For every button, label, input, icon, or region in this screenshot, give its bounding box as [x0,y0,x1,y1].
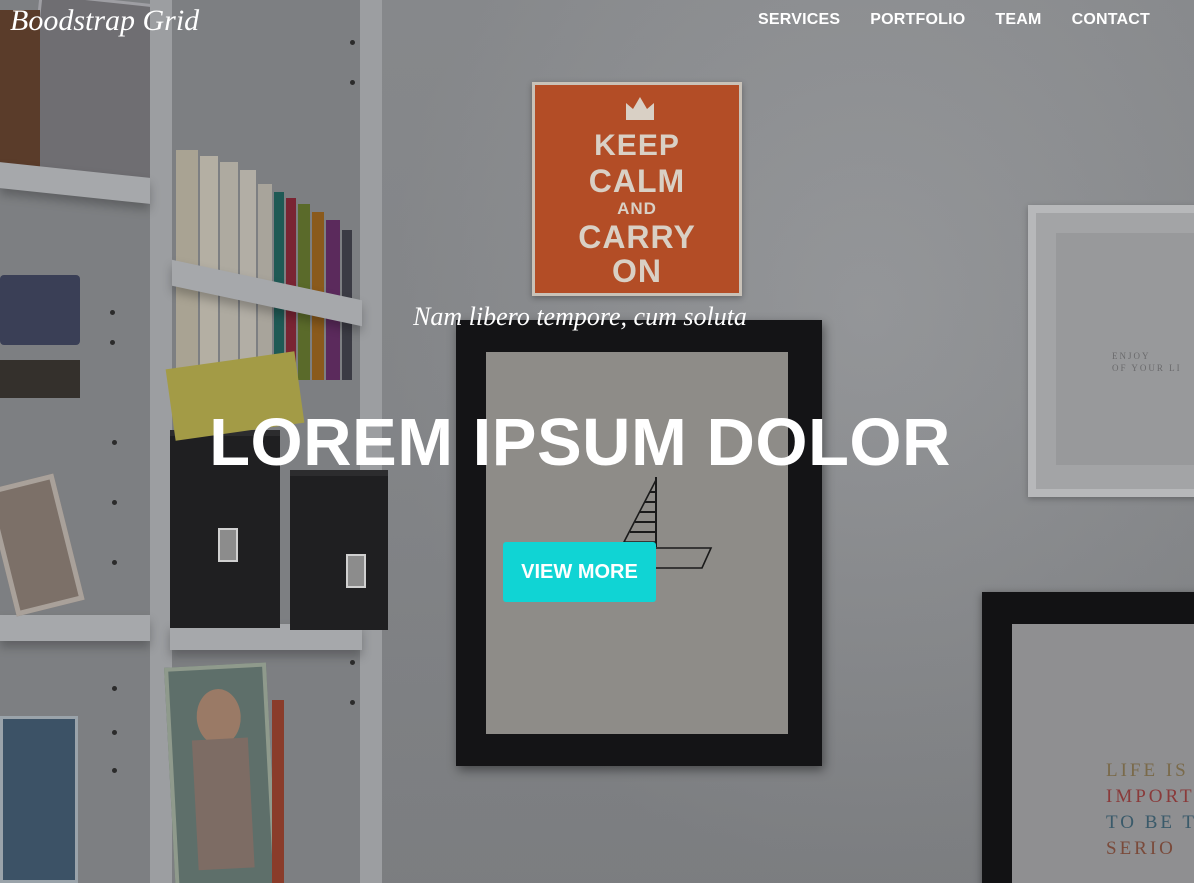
quote-line: TO BE T [1106,812,1194,833]
poster-line: ON [612,253,662,289]
quote-line: IMPORT [1106,786,1194,807]
storage-box [290,470,388,630]
crown-icon [626,97,654,120]
shelf-board [0,615,150,641]
keep-calm-poster: KEEP CALM AND CARRY ON [532,82,742,296]
nav-link-team[interactable]: TEAM [995,11,1041,29]
poster-line: KEEP [594,129,680,162]
stacked-binder [0,360,80,398]
poster-line: AND [617,199,657,218]
quote-line: LIFE IS [1106,760,1189,781]
hero-title: LOREM IPSUM DOLOR [209,405,951,480]
nav-link-services[interactable]: SERVICES [758,11,840,29]
nav-link-contact[interactable]: CONTACT [1072,11,1150,29]
small-print-line: ENJOY [1112,351,1151,361]
small-print-line: OF YOUR LI [1112,363,1182,373]
top-navbar: Boodstrap Grid SERVICES PORTFOLIO TEAM C… [0,0,1194,44]
nav-link-portfolio[interactable]: PORTFOLIO [870,11,965,29]
books-top-right [170,60,360,380]
child-photo-frame [164,662,278,883]
brand-logo-link[interactable]: Boodstrap Grid [10,4,199,38]
postcards [0,716,78,883]
nav-menu: SERVICES PORTFOLIO TEAM CONTACT [728,11,1150,29]
quote-picture-frame: LIFE IS IMPORT TO BE T SERIO [982,592,1194,883]
poster-line: CALM [588,163,686,199]
view-more-button[interactable]: VIEW MORE [503,542,656,602]
quote-line: SERIO [1106,838,1176,859]
poster-line: CARRY [578,219,696,255]
hero-subtitle: Nam libero tempore, cum soluta [413,302,747,331]
